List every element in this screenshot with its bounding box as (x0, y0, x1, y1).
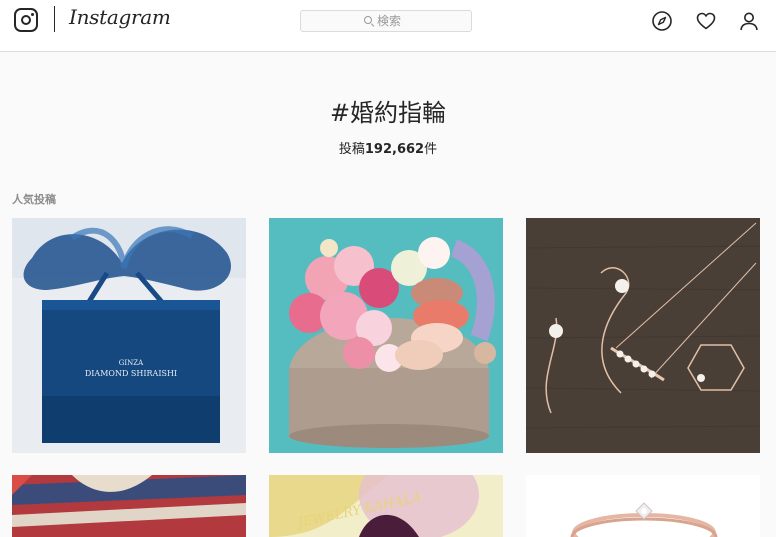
box-brand-text-line2: DIAMOND SHIRAISHI (85, 369, 177, 378)
post-tile-fabric[interactable] (12, 475, 246, 537)
post-count-number: 192,662 (364, 142, 425, 157)
post-tile-ring[interactable] (526, 475, 760, 537)
hashtag-title: #婚約指輪 (329, 99, 447, 127)
profile-icon[interactable] (738, 10, 760, 32)
post-tile-jewelry-brand[interactable]: JEWELRY KAHALA (269, 475, 503, 537)
post-tile-jewelry[interactable] (526, 218, 760, 453)
post-count-suffix: 件 (424, 142, 438, 157)
instagram-logo-icon[interactable] (14, 8, 38, 32)
search-input[interactable] (377, 13, 467, 29)
box-brand-text-line1: GINZA (119, 359, 144, 367)
search-box[interactable] (300, 10, 472, 32)
top-nav-bar: Instagram (0, 0, 776, 52)
post-tile-flower-box[interactable] (269, 218, 503, 453)
post-tile-gift-box[interactable]: GINZA DIAMOND SHIRAISHI (12, 218, 246, 453)
post-count-prefix: 投稿 (338, 142, 365, 157)
logo-divider (54, 6, 55, 32)
top-posts-label: 人気投稿 (12, 193, 56, 206)
instagram-wordmark[interactable]: Instagram (69, 5, 171, 29)
explore-compass-icon[interactable] (651, 10, 673, 32)
post-count: 投稿192,662件 (0, 138, 776, 157)
activity-heart-icon[interactable] (695, 10, 717, 32)
search-icon (364, 16, 372, 24)
